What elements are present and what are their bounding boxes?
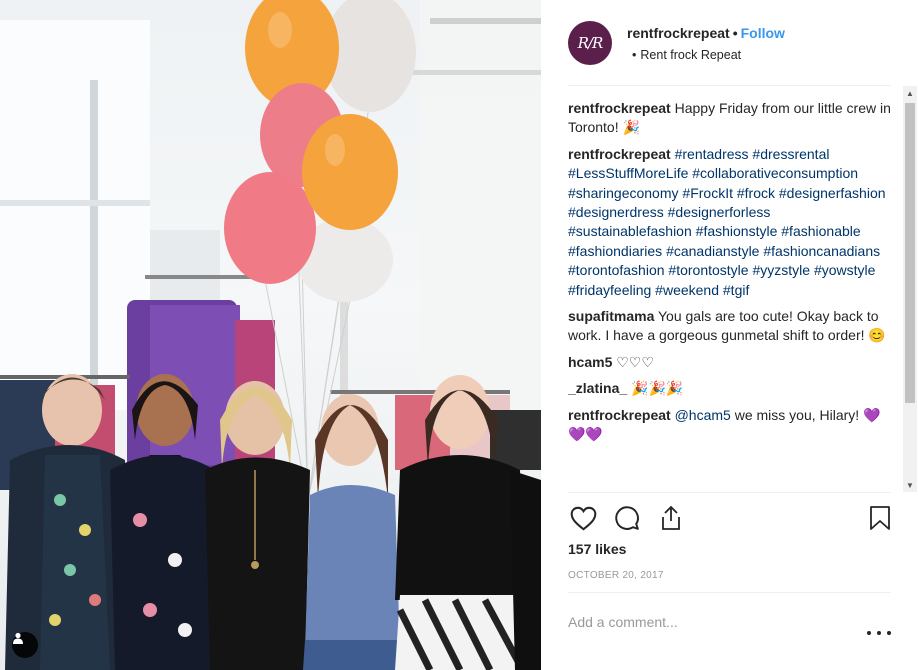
hashtag-link[interactable]: #frock — [737, 185, 775, 201]
hashtag-link[interactable]: #yyzstyle — [752, 262, 810, 278]
comment-item: hcam5 ♡♡♡ — [568, 353, 891, 372]
likes-count[interactable]: 157 likes — [568, 541, 626, 557]
comments-list[interactable]: rentfrockrepeat Happy Friday from our li… — [568, 99, 891, 492]
more-dot — [867, 631, 871, 635]
add-comment-input[interactable]: Add a comment... — [568, 614, 678, 630]
hashtag-link[interactable]: #fashiondiaries — [568, 243, 662, 259]
divider — [568, 592, 891, 593]
post-date[interactable]: October 20, 2017 — [568, 570, 664, 581]
comment-username[interactable]: _zlatina_ — [568, 380, 627, 396]
hashtag-link[interactable]: #dressrental — [752, 146, 829, 162]
comment-text: 🎉🎉🎉 — [631, 380, 684, 397]
hashtag-link[interactable]: #tgif — [723, 282, 749, 298]
more-options-icon[interactable] — [867, 628, 891, 638]
divider — [568, 85, 891, 86]
action-bar — [568, 502, 893, 534]
separator-dot: • — [732, 25, 738, 41]
scroll-thumb[interactable] — [905, 103, 915, 403]
hashtag-link[interactable]: #collaborativeconsumption — [692, 165, 858, 181]
hashtag-list: #rentadress #dressrental #LessStuffMoreL… — [568, 146, 886, 298]
user-tag-icon[interactable] — [12, 632, 38, 658]
hashtag-link[interactable]: #sustainablefashion — [568, 223, 692, 239]
more-dot — [887, 631, 891, 635]
hashtag-link[interactable]: #sharingeconomy — [568, 185, 679, 201]
hashtag-link[interactable]: #designerforless — [668, 204, 771, 220]
mention-link[interactable]: @hcam5 — [675, 407, 731, 423]
header-username[interactable]: rentfrockrepeat — [627, 25, 730, 41]
hashtag-link[interactable]: #fashionable — [781, 223, 860, 239]
comment-username[interactable]: rentfrockrepeat — [568, 146, 671, 162]
hashtag-link[interactable]: #designerfashion — [779, 185, 886, 201]
header-text: rentfrockrepeat • Follow • Rent frock Repea… — [627, 24, 785, 64]
comment-icon[interactable] — [612, 502, 642, 534]
bookmark-icon[interactable] — [865, 502, 895, 534]
avatar-monogram: R/R — [577, 33, 604, 52]
comments-scrollbar[interactable]: ▲ ▼ — [903, 86, 917, 492]
comment-text: ♡♡♡ — [616, 353, 654, 370]
hashtag-link[interactable]: #yowstyle — [814, 262, 875, 278]
separator-dot: • — [632, 48, 637, 62]
hashtag-comment: rentfrockrepeat #rentadress #dressrental… — [568, 145, 891, 300]
comment-username[interactable]: hcam5 — [568, 354, 612, 370]
hashtag-link[interactable]: #fridayfeeling — [568, 282, 651, 298]
share-icon[interactable] — [656, 502, 686, 534]
post-details-panel: R/R rentfrockrepeat • Follow • Rent frock R… — [541, 0, 918, 670]
hashtag-link[interactable]: #LessStuffMoreLife — [568, 165, 688, 181]
avatar[interactable]: R/R — [568, 20, 612, 65]
hashtag-link[interactable]: #fashionstyle — [696, 223, 778, 239]
post-photo[interactable] — [0, 0, 541, 670]
header-line2: • Rent frock Repeat — [627, 46, 785, 64]
heart-icon[interactable] — [568, 502, 598, 534]
group-photo-illustration — [0, 0, 541, 670]
hashtag-link[interactable]: #fashioncanadians — [763, 243, 880, 259]
hashtag-link[interactable]: #rentadress — [675, 146, 749, 162]
follow-button[interactable]: Follow — [741, 25, 785, 41]
divider — [568, 492, 891, 493]
hashtag-link[interactable]: #torontostyle — [668, 262, 748, 278]
scroll-down-arrow-icon[interactable]: ▼ — [903, 478, 917, 492]
hashtag-link[interactable]: #FrockIt — [682, 185, 733, 201]
post-header: R/R rentfrockrepeat • Follow • Rent frock R… — [541, 0, 918, 85]
hashtag-link[interactable]: #torontofashion — [568, 262, 665, 278]
caption-username[interactable]: rentfrockrepeat — [568, 100, 671, 116]
header-line1: rentfrockrepeat • Follow — [627, 24, 785, 42]
comment-item: _zlatina_ 🎉🎉🎉 — [568, 379, 891, 398]
hashtag-link[interactable]: #canadianstyle — [666, 243, 759, 259]
comment-username[interactable]: rentfrockrepeat — [568, 407, 671, 423]
comment-username[interactable]: supafitmama — [568, 308, 654, 324]
scroll-up-arrow-icon[interactable]: ▲ — [903, 86, 917, 100]
more-dot — [877, 631, 881, 635]
comment-item: rentfrockrepeat @hcam5 we miss you, Hila… — [568, 406, 891, 445]
location-link[interactable]: Rent frock Repeat — [640, 48, 741, 62]
hashtag-link[interactable]: #weekend — [655, 282, 719, 298]
caption: rentfrockrepeat Happy Friday from our li… — [568, 99, 891, 138]
hashtag-link[interactable]: #designerdress — [568, 204, 664, 220]
comment-item: supafitmama You gals are too cute! Okay … — [568, 307, 891, 346]
